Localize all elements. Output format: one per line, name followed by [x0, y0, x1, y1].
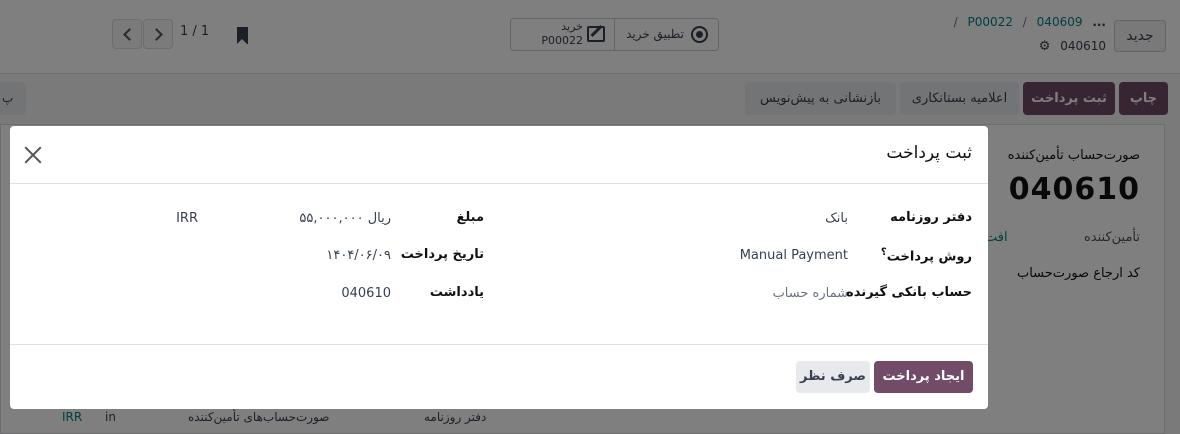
- journal-label: دفتر روزنامه: [890, 210, 972, 225]
- payment-method-label: روش پرداخت؟: [878, 247, 972, 264]
- payment-method-label-text: روش پرداخت: [886, 249, 972, 265]
- dialog-header: ثبت پرداخت: [10, 126, 988, 184]
- memo-label: یادداشت: [429, 285, 484, 300]
- dialog-footer: ایجاد پرداخت صرف نظر: [10, 344, 988, 409]
- journal-field[interactable]: بانک: [825, 211, 848, 226]
- register-payment-dialog: ثبت پرداخت دفتر روزنامه بانک روش پرداخت؟…: [10, 126, 988, 409]
- amount-label: مبلغ: [456, 210, 484, 225]
- close-icon[interactable]: [24, 146, 42, 164]
- create-payment-button[interactable]: ایجاد پرداخت: [874, 361, 973, 393]
- dialog-title: ثبت پرداخت: [886, 143, 972, 163]
- payment-date-label: تاریخ پرداخت: [400, 247, 484, 262]
- recipient-bank-field[interactable]: شماره حساب: [773, 286, 848, 301]
- cancel-button[interactable]: صرف نظر: [796, 361, 870, 393]
- amount-field[interactable]: ۵۵,۰۰۰,۰۰۰ ریال: [299, 211, 391, 226]
- memo-field[interactable]: 040610: [341, 286, 391, 301]
- payment-date-field[interactable]: ۱۴۰۴/۰۶/۰۹: [326, 248, 391, 263]
- payment-method-field[interactable]: Manual Payment: [740, 248, 848, 263]
- currency-field[interactable]: IRR: [176, 211, 198, 226]
- recipient-bank-label: حساب بانکی گیرنده: [846, 285, 972, 300]
